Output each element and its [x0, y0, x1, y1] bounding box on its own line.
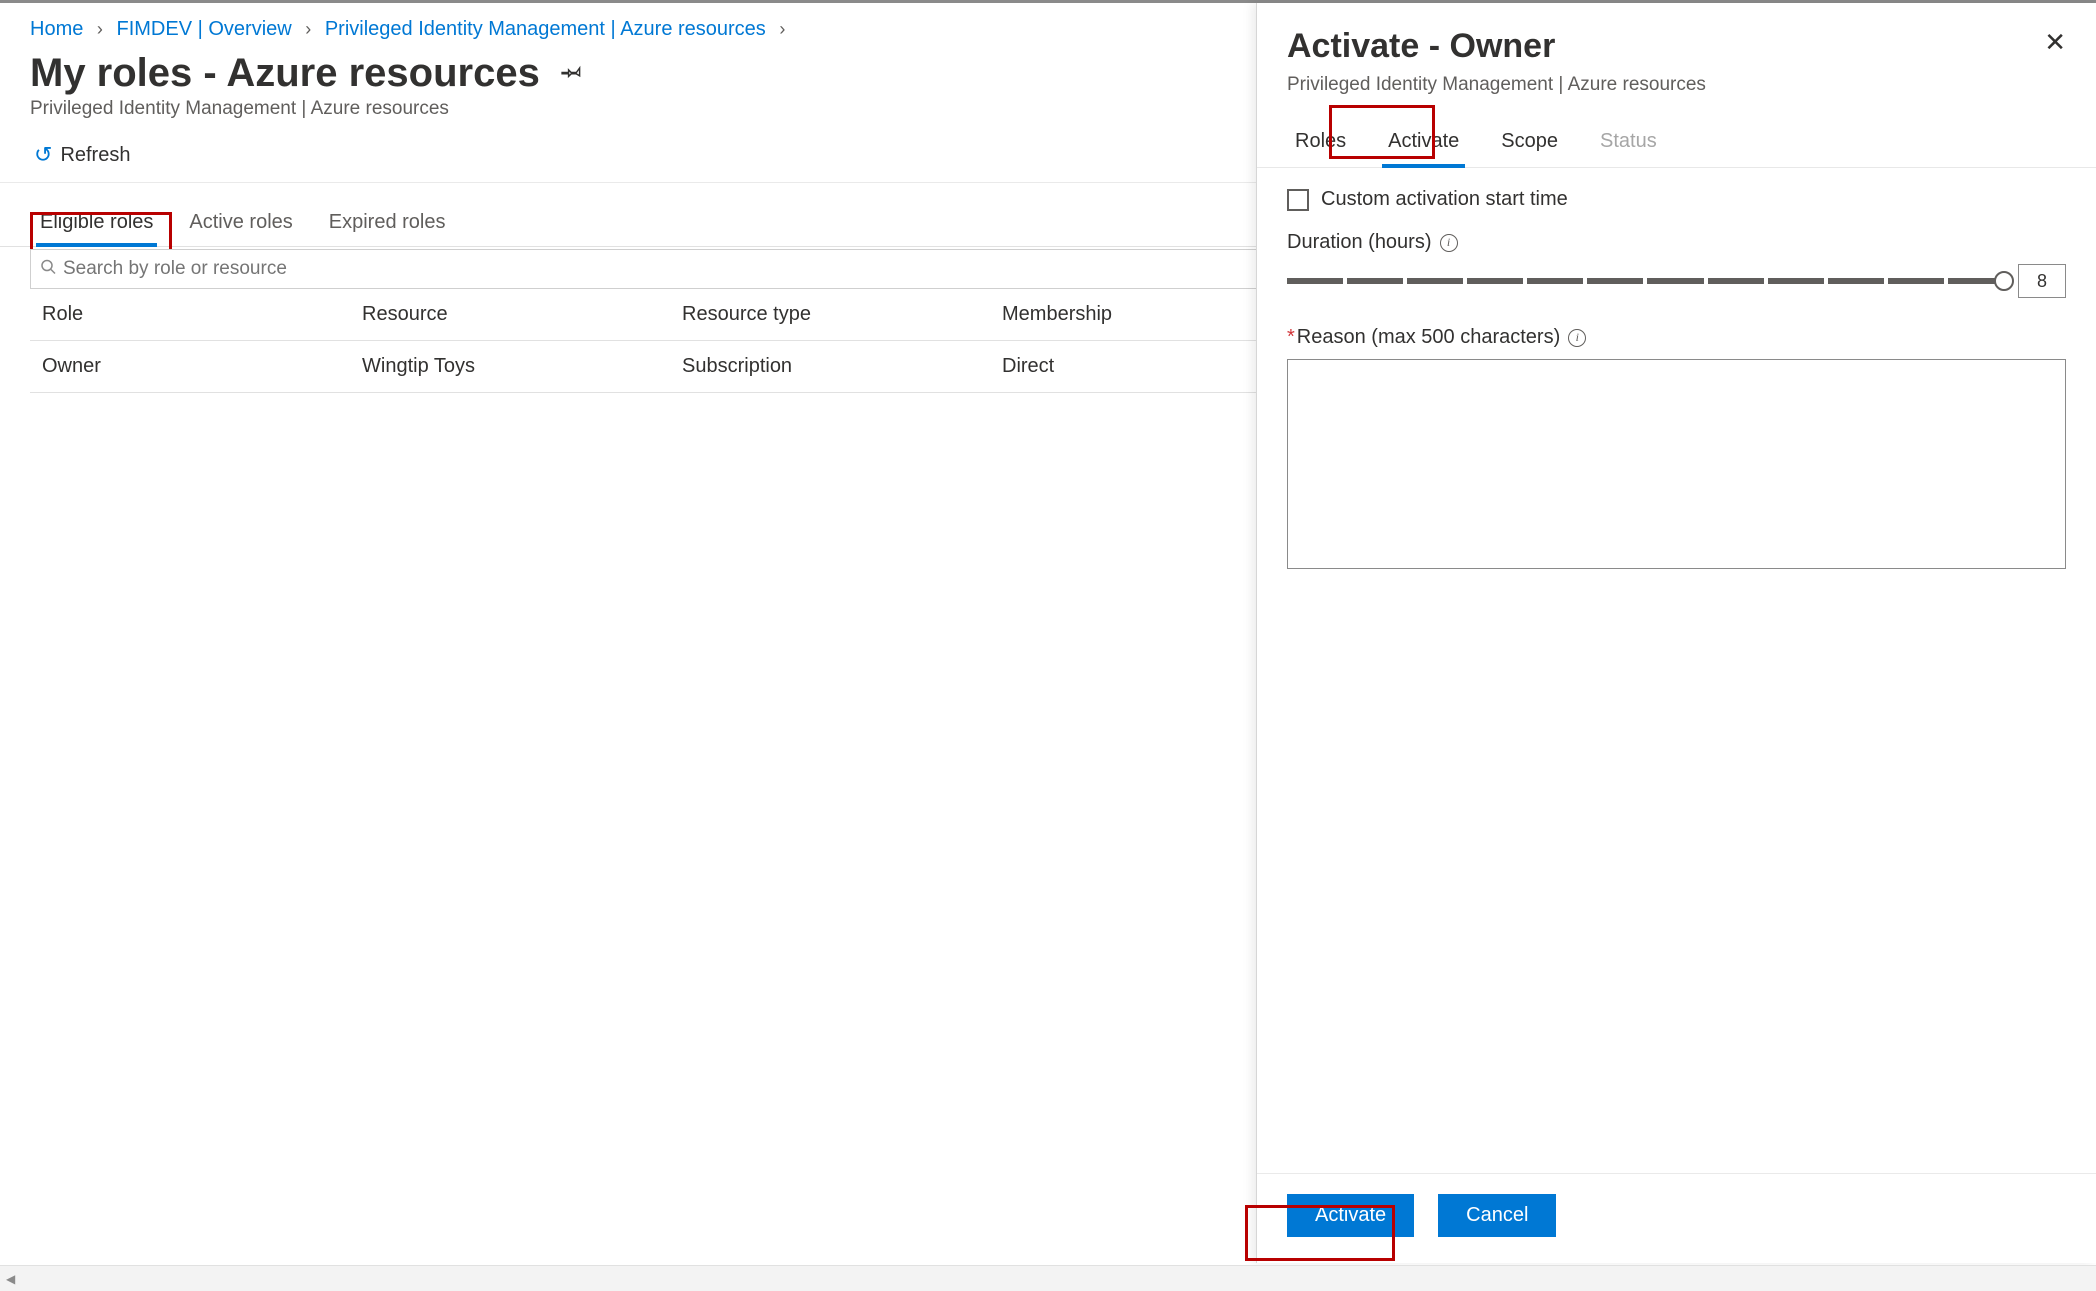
slider-thumb[interactable] [1994, 271, 2014, 291]
page-title: My roles - Azure resources [30, 51, 540, 96]
scroll-left-icon[interactable]: ◀ [6, 1272, 22, 1286]
panel-title: Activate - Owner [1287, 27, 1555, 66]
panel-body: Custom activation start time Duration (h… [1257, 168, 2096, 1173]
horizontal-scrollbar[interactable]: ◀ [0, 1265, 2096, 1291]
chevron-right-icon: › [779, 19, 785, 39]
panel-tab-activate[interactable]: Activate [1380, 118, 1467, 167]
duration-label-text: Duration (hours) [1287, 231, 1432, 254]
breadcrumb-item1[interactable]: FIMDEV | Overview [116, 18, 291, 40]
breadcrumb-item2[interactable]: Privileged Identity Management | Azure r… [325, 18, 766, 40]
panel-subtitle: Privileged Identity Management | Azure r… [1257, 74, 2096, 100]
custom-start-checkbox[interactable] [1287, 189, 1309, 211]
info-icon[interactable]: i [1568, 329, 1586, 347]
duration-slider[interactable] [1287, 278, 2004, 284]
info-icon[interactable]: i [1440, 234, 1458, 252]
col-resource[interactable]: Resource [350, 289, 670, 340]
cell-role: Owner [30, 341, 350, 392]
cell-resource-type: Subscription [670, 341, 990, 392]
search-icon [40, 259, 56, 280]
panel-tab-status: Status [1592, 118, 1665, 167]
duration-value[interactable]: 8 [2018, 264, 2066, 298]
panel-footer: Activate Cancel [1257, 1173, 2096, 1263]
tab-active-roles[interactable]: Active roles [185, 203, 296, 246]
refresh-label: Refresh [60, 144, 130, 167]
panel-tab-scope[interactable]: Scope [1493, 118, 1566, 167]
col-role[interactable]: Role [30, 289, 350, 340]
tab-eligible-roles[interactable]: Eligible roles [36, 203, 157, 246]
panel-tabs: Roles Activate Scope Status [1257, 100, 2096, 168]
duration-slider-row: 8 [1287, 264, 2066, 298]
panel-tab-roles[interactable]: Roles [1287, 118, 1354, 167]
chevron-right-icon: › [305, 19, 311, 39]
activate-button[interactable]: Activate [1287, 1194, 1414, 1237]
chevron-right-icon: › [97, 19, 103, 39]
col-resource-type[interactable]: Resource type [670, 289, 990, 340]
reason-textarea[interactable] [1287, 359, 2066, 569]
refresh-button[interactable]: ↻ Refresh [34, 142, 130, 168]
tab-expired-roles[interactable]: Expired roles [325, 203, 450, 246]
activate-panel: Activate - Owner ✕ Privileged Identity M… [1256, 3, 2096, 1263]
custom-start-label: Custom activation start time [1321, 188, 1568, 211]
refresh-icon: ↻ [34, 142, 52, 168]
duration-label: Duration (hours) i [1287, 231, 2066, 254]
reason-label: *Reason (max 500 characters) i [1287, 326, 2066, 349]
pin-icon[interactable] [553, 56, 588, 91]
cancel-button[interactable]: Cancel [1438, 1194, 1556, 1237]
breadcrumb-home[interactable]: Home [30, 18, 83, 40]
reason-label-text: Reason (max 500 characters) [1297, 326, 1560, 348]
close-icon[interactable]: ✕ [2044, 27, 2066, 58]
cell-resource: Wingtip Toys [350, 341, 670, 392]
